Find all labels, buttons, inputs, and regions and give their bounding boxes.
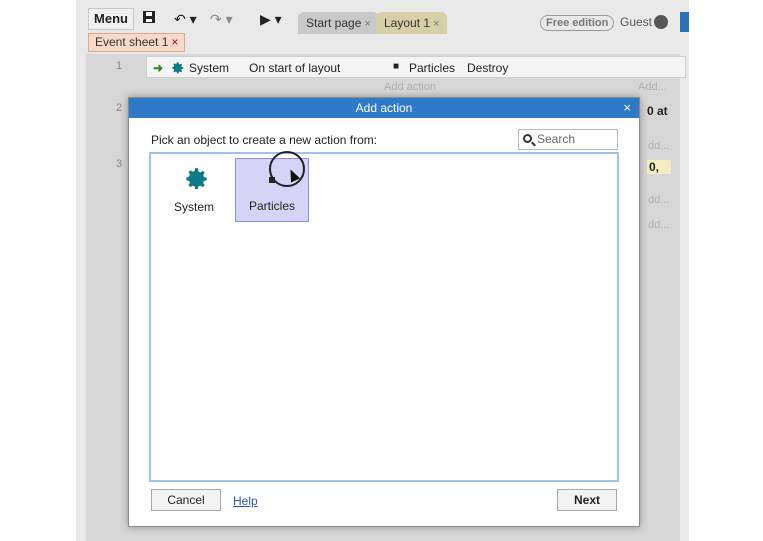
object-label: System bbox=[173, 200, 214, 214]
dialog-overlay: Add action × Pick an object to create a … bbox=[0, 0, 763, 541]
help-link[interactable]: Help bbox=[233, 494, 258, 508]
dialog-prompt: Pick an object to create a new action fr… bbox=[151, 133, 378, 147]
dialog-title-bar: Add action × bbox=[129, 98, 639, 118]
object-system[interactable]: System bbox=[157, 158, 231, 222]
dialog-title: Add action bbox=[355, 101, 413, 115]
search-input[interactable]: Search bbox=[518, 129, 618, 150]
object-particles[interactable]: Particles bbox=[235, 151, 309, 222]
next-button[interactable]: Next bbox=[557, 489, 617, 511]
add-action-dialog: Add action × Pick an object to create a … bbox=[128, 97, 640, 527]
cursor-highlight-icon bbox=[269, 151, 305, 187]
cancel-button[interactable]: Cancel bbox=[151, 489, 221, 511]
search-icon bbox=[523, 134, 532, 143]
gear-icon bbox=[184, 166, 210, 192]
object-label: Particles bbox=[248, 199, 295, 213]
object-list[interactable]: System Particles bbox=[149, 151, 619, 482]
close-icon[interactable]: × bbox=[623, 98, 631, 118]
